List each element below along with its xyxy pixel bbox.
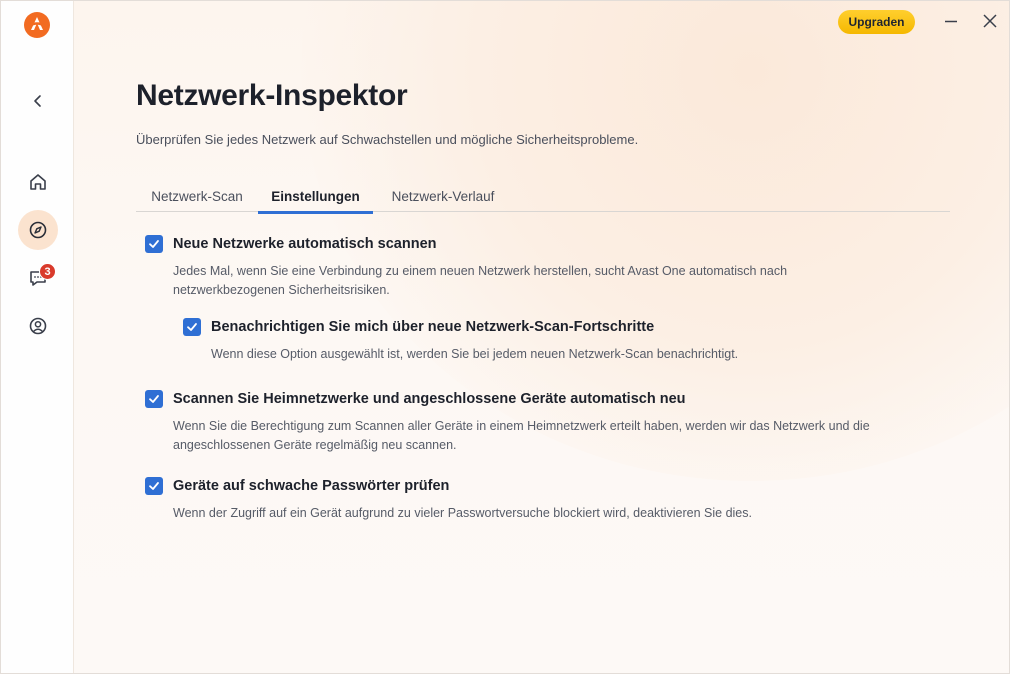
- notification-badge: 3: [39, 263, 56, 280]
- tab-netzwerk-verlauf[interactable]: Netzwerk-Verlauf: [373, 181, 513, 212]
- app-window: 3 Upgraden Netzwerk-Inspektor Überprüfen…: [0, 0, 1010, 674]
- page-title: Netzwerk-Inspektor: [136, 79, 408, 112]
- back-button[interactable]: [18, 81, 58, 121]
- sidebar-item-account[interactable]: [18, 306, 58, 346]
- chevron-left-icon: [34, 95, 41, 107]
- page-subtitle: Überprüfen Sie jedes Netzwerk auf Schwac…: [136, 132, 639, 147]
- option-description: Wenn Sie die Berechtigung zum Scannen al…: [173, 419, 870, 433]
- tab-netzwerk-scan[interactable]: Netzwerk-Scan: [136, 181, 258, 212]
- option-title: Neue Netzwerke automatisch scannen: [173, 236, 437, 252]
- rescan-home-networks-checkbox[interactable]: [145, 390, 163, 408]
- sidebar-item-explore[interactable]: [18, 210, 58, 250]
- upgrade-button[interactable]: Upgraden: [838, 10, 915, 34]
- option-title: Scannen Sie Heimnetzwerke und angeschlos…: [173, 391, 686, 407]
- option-title: Geräte auf schwache Passwörter prüfen: [173, 478, 450, 494]
- checkmark-icon: [187, 323, 197, 331]
- checkmark-icon: [149, 395, 159, 403]
- sidebar: 3: [1, 1, 74, 673]
- minimize-icon[interactable]: [941, 11, 961, 31]
- auto-scan-new-networks-checkbox[interactable]: [145, 235, 163, 253]
- option-description: Wenn der Zugriff auf ein Gerät aufgrund …: [173, 506, 752, 520]
- close-icon[interactable]: [980, 11, 1000, 31]
- avast-logo-icon: [24, 12, 50, 38]
- home-icon: [30, 174, 46, 190]
- option-description: netzwerkbezogenen Sicherheitsrisiken.: [173, 283, 390, 297]
- option-description: angeschlossenen Geräte regelmäßig neu sc…: [173, 438, 457, 452]
- option-description: Wenn diese Option ausgewählt ist, werden…: [211, 347, 739, 361]
- tab-bar: Netzwerk-Scan Einstellungen Netzwerk-Ver…: [136, 181, 950, 214]
- compass-icon: [29, 221, 47, 239]
- notify-scan-progress-checkbox[interactable]: [183, 318, 201, 336]
- weak-password-check-checkbox[interactable]: [145, 477, 163, 495]
- checkmark-icon: [149, 240, 159, 248]
- option-title: Benachrichtigen Sie mich über neue Netzw…: [211, 319, 655, 335]
- user-icon: [29, 317, 47, 335]
- tab-einstellungen[interactable]: Einstellungen: [258, 181, 373, 214]
- checkmark-icon: [149, 482, 159, 490]
- option-description: Jedes Mal, wenn Sie eine Verbindung zu e…: [173, 264, 788, 278]
- sidebar-item-home[interactable]: [18, 162, 58, 202]
